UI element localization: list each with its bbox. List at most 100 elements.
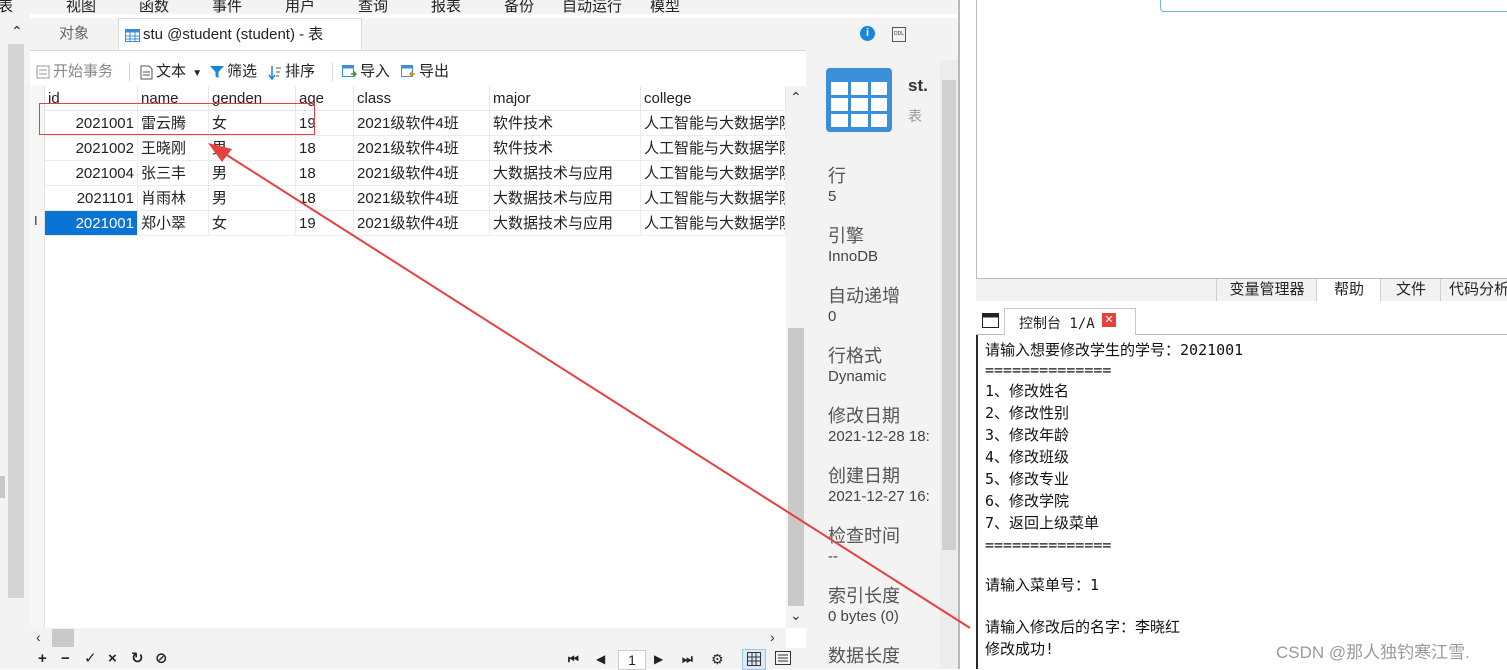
import-button[interactable]: 导入 xyxy=(342,58,390,86)
table-cell-class[interactable]: 2021级软件4班 xyxy=(354,136,490,161)
apply-changes-icon[interactable]: ✓ xyxy=(84,649,97,669)
left-splitter-handle[interactable] xyxy=(0,476,5,498)
console-output[interactable]: 请输入想要修改学生的学号：2021001 ============== 1、修改… xyxy=(976,335,1507,669)
filter-button[interactable]: 筛选 xyxy=(210,58,257,86)
prev-page-icon[interactable]: ◀ xyxy=(596,649,605,669)
tab-objects[interactable]: 对象 xyxy=(30,18,118,50)
scroll-right-icon[interactable]: › xyxy=(770,630,775,644)
grid-view-toggle[interactable] xyxy=(742,649,766,670)
table-cell-genden[interactable]: 男 xyxy=(209,186,296,211)
column-header-id[interactable]: id xyxy=(45,86,138,111)
table-cell-age[interactable]: 18 xyxy=(296,186,354,211)
table-cell-college[interactable]: 人工智能与大数据学院 xyxy=(641,186,786,211)
tab-code-analysis[interactable]: 代码分析 xyxy=(1440,279,1507,301)
table-cell-id[interactable]: 2021002 xyxy=(45,136,138,161)
page-number-field[interactable]: 1 xyxy=(618,650,646,670)
table-cell-age[interactable]: 18 xyxy=(296,161,354,186)
column-header-college[interactable]: college xyxy=(641,86,786,111)
toolbar-divider xyxy=(332,63,333,81)
menu-item-model[interactable]: 模型 xyxy=(650,0,680,14)
add-record-icon[interactable]: + xyxy=(38,649,47,669)
delete-record-icon[interactable]: − xyxy=(61,649,70,669)
form-view-toggle[interactable] xyxy=(775,651,791,669)
table-cell-college[interactable]: 人工智能与大数据学院 xyxy=(641,111,786,136)
table-cell-college[interactable]: 人工智能与大数据学院 xyxy=(641,211,786,236)
table-cell-name[interactable]: 王晓刚 xyxy=(138,136,209,161)
table-cell-major[interactable]: 软件技术 xyxy=(490,111,641,136)
grid-horizontal-scroll-thumb[interactable] xyxy=(52,629,74,647)
stop-icon[interactable]: ⊘ xyxy=(155,649,168,669)
table-cell-name[interactable]: 肖雨林 xyxy=(138,186,209,211)
next-page-icon[interactable]: ▶ xyxy=(654,649,663,669)
info-icon[interactable]: i xyxy=(860,26,875,41)
table-cell-name[interactable]: 郑小翠 xyxy=(138,211,209,236)
table-cell-id[interactable]: 2021101 xyxy=(45,186,138,211)
menu-item-user[interactable]: 用户 xyxy=(285,0,315,14)
column-header-age[interactable]: age xyxy=(296,86,354,111)
menu-item-query[interactable]: 查询 xyxy=(358,0,388,14)
table-cell-major[interactable]: 大数据技术与应用 xyxy=(490,161,641,186)
column-header-name[interactable]: name xyxy=(138,86,209,111)
left-scrollbar-thumb[interactable] xyxy=(8,44,24,598)
last-page-icon[interactable]: ⏭ xyxy=(682,649,693,669)
ide-search-input[interactable] xyxy=(1160,0,1507,12)
table-cell-id[interactable]: 2021004 xyxy=(45,161,138,186)
table-cell-class[interactable]: 2021级软件4班 xyxy=(354,211,490,236)
scroll-down-icon[interactable]: ⌄ xyxy=(790,608,802,622)
column-header-genden[interactable]: genden xyxy=(209,86,296,111)
ddl-icon[interactable]: DDL xyxy=(892,27,906,42)
text-view-button[interactable]: 文本 ▼ xyxy=(140,58,202,86)
sort-button[interactable]: 排序 xyxy=(268,58,315,86)
scroll-up-icon[interactable]: ⌃ xyxy=(790,90,802,104)
left-scroll-up-icon[interactable]: ⌃ xyxy=(11,24,23,38)
table-cell-major[interactable]: 软件技术 xyxy=(490,136,641,161)
first-page-icon[interactable]: ⏮ xyxy=(568,649,579,669)
menu-item-table[interactable]: 表 xyxy=(0,0,13,14)
table-cell-class[interactable]: 2021级软件4班 xyxy=(354,186,490,211)
table-cell-college[interactable]: 人工智能与大数据学院 xyxy=(641,136,786,161)
table-cell-id-selected[interactable]: 2021001 xyxy=(45,211,138,236)
discard-changes-icon[interactable]: × xyxy=(108,649,117,669)
menu-item-function[interactable]: 函数 xyxy=(139,0,169,14)
window-icon[interactable] xyxy=(982,313,999,328)
index-length-value: 0 bytes (0) xyxy=(828,608,899,625)
table-cell-class[interactable]: 2021级软件4班 xyxy=(354,161,490,186)
tab-files[interactable]: 文件 xyxy=(1380,279,1441,301)
close-icon[interactable]: ✕ xyxy=(1102,313,1116,327)
table-cell-class[interactable]: 2021级软件4班 xyxy=(354,111,490,136)
grid-vertical-scroll-thumb[interactable] xyxy=(788,328,804,606)
begin-transaction-button[interactable]: 开始事务 xyxy=(36,58,113,86)
window-divider-line[interactable] xyxy=(958,0,960,669)
table-cell-genden[interactable]: 女 xyxy=(209,111,296,136)
table-cell-genden[interactable]: 女 xyxy=(209,211,296,236)
menu-item-view[interactable]: 视图 xyxy=(66,0,96,14)
sort-label: 排序 xyxy=(285,63,316,80)
menu-item-event[interactable]: 事件 xyxy=(212,0,242,14)
menu-item-automation[interactable]: 自动运行 xyxy=(562,0,622,14)
refresh-icon[interactable]: ↻ xyxy=(131,649,144,669)
column-header-class[interactable]: class xyxy=(354,86,490,111)
info-panel-scroll-thumb[interactable] xyxy=(942,80,956,550)
menu-item-report[interactable]: 报表 xyxy=(431,0,461,14)
table-cell-major[interactable]: 大数据技术与应用 xyxy=(490,186,641,211)
column-header-major[interactable]: major xyxy=(490,86,641,111)
table-cell-age[interactable]: 19 xyxy=(296,111,354,136)
console-tab[interactable]: 控制台 1/A ✕ xyxy=(1004,308,1136,335)
table-cell-id[interactable]: 2021001 xyxy=(45,111,138,136)
table-cell-major[interactable]: 大数据技术与应用 xyxy=(490,211,641,236)
tab-variable-manager[interactable]: 变量管理器 xyxy=(1216,279,1317,301)
table-cell-age[interactable]: 19 xyxy=(296,211,354,236)
table-cell-name[interactable]: 张三丰 xyxy=(138,161,209,186)
tab-stu-table[interactable]: stu @student (student) - 表 xyxy=(118,18,362,50)
table-cell-age[interactable]: 18 xyxy=(296,136,354,161)
table-cell-college[interactable]: 人工智能与大数据学院 xyxy=(641,161,786,186)
scroll-left-icon[interactable]: ‹ xyxy=(36,630,41,644)
grid-horizontal-scrollbar[interactable] xyxy=(30,628,786,648)
tab-help[interactable]: 帮助 xyxy=(1316,279,1381,301)
gear-icon[interactable]: ⚙ xyxy=(711,649,724,669)
table-cell-genden[interactable]: 男 xyxy=(209,161,296,186)
table-cell-genden[interactable]: 男 xyxy=(209,136,296,161)
table-cell-name[interactable]: 雷云腾 xyxy=(138,111,209,136)
export-button[interactable]: 导出 xyxy=(401,58,449,86)
menu-item-backup[interactable]: 备份 xyxy=(504,0,534,14)
